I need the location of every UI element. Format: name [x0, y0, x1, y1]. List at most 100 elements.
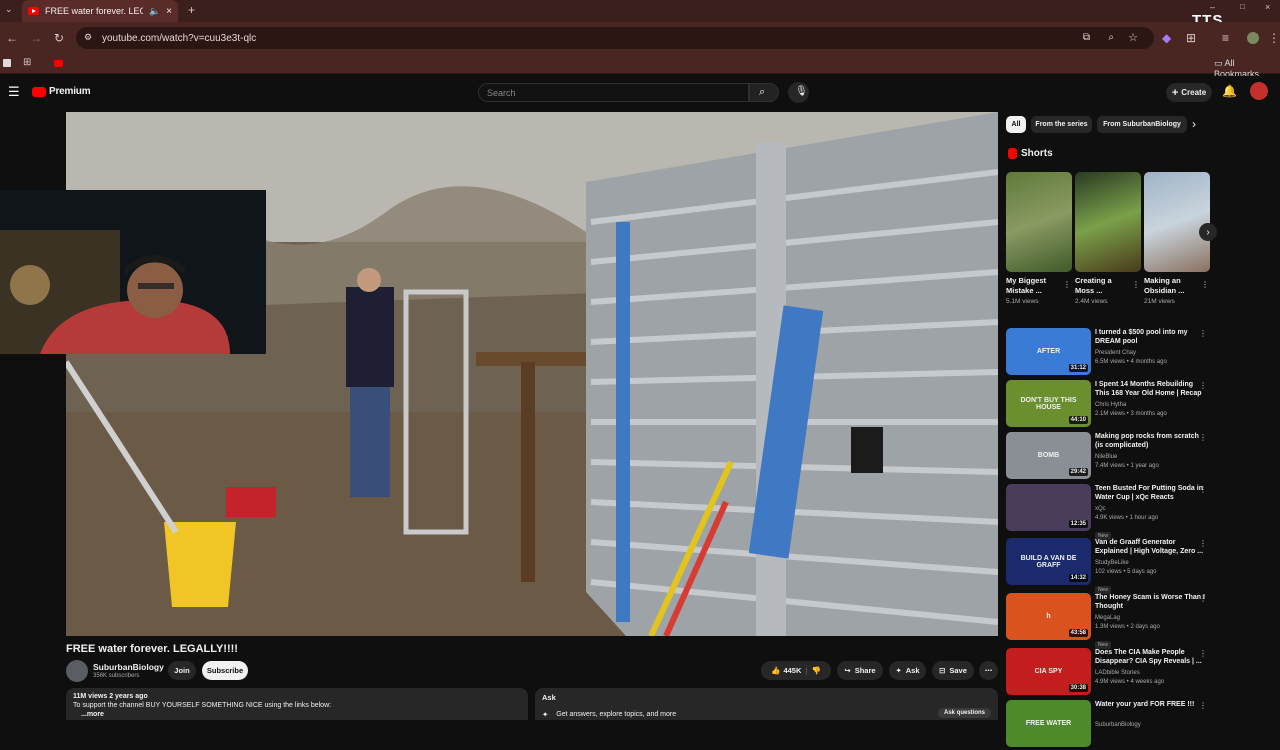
short-item[interactable]: Making an Obsidian ... 21M views ⋮ [1144, 172, 1210, 305]
recommended-video[interactable]: DON'T BUY THIS HOUSE 44:10 I Spent 14 Mont… [1006, 380, 1214, 430]
channel-avatar[interactable] [66, 660, 88, 682]
recommended-video[interactable]: AFTER 31:12 I turned a $500 pool into my D… [1006, 328, 1214, 378]
short-item[interactable]: My Biggest Mistake ... 5.1M views ⋮ [1006, 172, 1072, 305]
video-channel[interactable]: LADbible Stories [1095, 670, 1140, 676]
like-button[interactable]: 👍 445K [771, 666, 801, 675]
address-bar[interactable]: ⚙ youtube.com/watch?v=cuu3e3t-qlc ⧉ ⌕ ☆ [76, 27, 1154, 49]
shorts-next-button[interactable]: › [1199, 223, 1217, 241]
bookmark-star-icon[interactable]: ☆ [1128, 31, 1138, 44]
video-thumbnail[interactable]: FREE WATER [1006, 700, 1091, 747]
more-actions-button[interactable]: ⋯ [979, 661, 998, 680]
video-menu-icon[interactable]: ⋮ [1199, 539, 1207, 548]
description-box[interactable]: 11M views 2 years ago To support the cha… [66, 688, 528, 720]
video-thumbnail[interactable]: BOMB 29:42 [1006, 432, 1091, 479]
video-title[interactable]: Does The CIA Make People Disappear? CIA … [1095, 648, 1205, 666]
video-title[interactable]: Making pop rocks from scratch (is compli… [1095, 432, 1205, 450]
extension-icon[interactable]: ◆ [1162, 32, 1171, 44]
video-title[interactable]: Van de Graaff Generator Explained | High… [1095, 538, 1205, 556]
chip-from-channel[interactable]: From SuburbanBiology [1097, 116, 1187, 133]
youtube-logo[interactable]: Premium [32, 86, 91, 97]
channel-name[interactable]: SuburbanBiology [93, 662, 164, 672]
zoom-icon[interactable]: ⌕ [1108, 32, 1114, 43]
video-menu-icon[interactable]: ⋮ [1199, 701, 1207, 710]
join-button[interactable]: Join [168, 661, 196, 680]
video-channel[interactable]: MegaLag [1095, 615, 1120, 621]
short-item[interactable]: Creating a Moss ... 2.4M views ⋮ [1075, 172, 1141, 305]
video-channel[interactable]: SuburbanBiology [1095, 722, 1141, 728]
video-channel[interactable]: President Chay [1095, 350, 1136, 356]
video-menu-icon[interactable]: ⋮ [1199, 433, 1207, 442]
video-menu-icon[interactable]: ⋮ [1199, 381, 1207, 390]
dislike-button[interactable]: 👎 [812, 666, 821, 675]
minimize-icon[interactable]: – [1210, 3, 1215, 12]
chip-all[interactable]: All [1006, 116, 1026, 133]
chips-next-icon[interactable]: › [1192, 117, 1196, 131]
apps-grid-icon[interactable]: ⊞ [23, 58, 31, 68]
tab-close-icon[interactable]: × [166, 6, 172, 17]
share-button[interactable]: ↪ Share [837, 661, 883, 680]
more-link[interactable]: ...more [81, 711, 521, 718]
media-controls-icon[interactable]: ≡ [1222, 32, 1229, 44]
ask-questions-button[interactable]: Ask questions [937, 708, 991, 718]
site-info-icon[interactable]: ⚙ [84, 32, 92, 43]
video-thumbnail[interactable]: DON'T BUY THIS HOUSE 44:10 [1006, 380, 1091, 427]
recommended-video[interactable]: BOMB 29:42 Making pop rocks from scratch (… [1006, 432, 1214, 482]
save-button[interactable]: ⊟ Save [932, 661, 974, 680]
window-close-icon[interactable]: × [1265, 3, 1270, 12]
video-title[interactable]: I turned a $500 pool into my DREAM pool [1095, 328, 1205, 346]
short-title[interactable]: Creating a Moss ... [1075, 276, 1129, 296]
video-menu-icon[interactable]: ⋮ [1199, 649, 1207, 658]
bookmark-page-icon[interactable] [3, 59, 11, 67]
video-channel[interactable]: Chris Hytha [1095, 402, 1126, 408]
video-title[interactable]: Teen Busted For Putting Soda in Water Cu… [1095, 484, 1205, 502]
short-menu-icon[interactable]: ⋮ [1201, 280, 1209, 289]
profile-avatar[interactable] [1247, 32, 1259, 44]
recommended-video[interactable]: BUILD A VAN DE GRAFF 14:32 Van de Graaff G… [1006, 538, 1214, 594]
voice-search-button[interactable]: 🎙 [788, 82, 809, 103]
video-thumbnail[interactable]: BUILD A VAN DE GRAFF 14:32 [1006, 538, 1091, 585]
video-menu-icon[interactable]: ⋮ [1199, 594, 1207, 603]
short-title[interactable]: My Biggest Mistake ... [1006, 276, 1060, 296]
hamburger-menu-icon[interactable]: ☰ [8, 85, 20, 98]
maximize-icon[interactable]: □ [1240, 3, 1245, 11]
tab-audio-icon[interactable]: 🔈 [149, 6, 160, 17]
extensions-puzzle-icon[interactable]: ⊞ [1186, 32, 1196, 44]
ask-button[interactable]: ✦ Ask [889, 661, 926, 680]
short-thumbnail[interactable] [1075, 172, 1141, 272]
browser-tab[interactable]: FREE water forever. LEGALLY 🔈 × [22, 0, 178, 22]
video-channel[interactable]: StudyBeLike [1095, 560, 1129, 566]
subscribe-button[interactable]: Subscribe [202, 661, 248, 680]
recommended-video[interactable]: 12:35 Teen Busted For Putting Soda in Wat… [1006, 484, 1214, 540]
video-title[interactable]: The Honey Scam is Worse Than I Thought [1095, 593, 1205, 611]
create-button[interactable]: + Create [1166, 83, 1212, 102]
short-menu-icon[interactable]: ⋮ [1063, 280, 1071, 289]
video-thumbnail[interactable]: 12:35 [1006, 484, 1091, 531]
back-icon[interactable]: ← [6, 32, 18, 44]
video-thumbnail[interactable]: AFTER 31:12 [1006, 328, 1091, 375]
youtube-bookmark-icon[interactable] [54, 60, 63, 67]
tab-list-icon[interactable]: ⌄ [5, 5, 13, 14]
video-menu-icon[interactable]: ⋮ [1199, 485, 1207, 494]
reload-icon[interactable]: ↻ [54, 32, 64, 44]
recommended-video[interactable]: CIA SPY 30:38 Does The CIA Make People Dis… [1006, 648, 1214, 698]
short-title[interactable]: Making an Obsidian ... [1144, 276, 1198, 296]
video-title[interactable]: I Spent 14 Months Rebuilding This 168 Ye… [1095, 380, 1205, 398]
video-channel[interactable]: xQc [1095, 506, 1106, 512]
video-thumbnail[interactable]: CIA SPY 30:38 [1006, 648, 1091, 695]
short-menu-icon[interactable]: ⋮ [1132, 280, 1140, 289]
recommended-video[interactable]: h 43:58 The Honey Scam is Worse Than I Tho… [1006, 593, 1214, 649]
notifications-bell-icon[interactable]: 🔔 [1222, 85, 1237, 97]
forward-icon[interactable]: → [30, 32, 42, 44]
new-tab-icon[interactable]: + [188, 4, 195, 16]
video-channel[interactable]: NileBlue [1095, 454, 1117, 460]
search-button[interactable]: ⌕ [749, 83, 779, 102]
cast-icon[interactable]: ⧉ [1083, 32, 1090, 43]
video-thumbnail[interactable]: h 43:58 [1006, 593, 1091, 640]
short-thumbnail[interactable] [1144, 172, 1210, 272]
chip-from-series[interactable]: From the series [1031, 116, 1092, 133]
video-menu-icon[interactable]: ⋮ [1199, 329, 1207, 338]
search-input[interactable]: Search [478, 83, 749, 102]
account-avatar[interactable] [1250, 82, 1268, 100]
browser-menu-icon[interactable]: ⋮ [1268, 32, 1280, 44]
video-title[interactable]: Water your yard FOR FREE !!! [1095, 700, 1205, 709]
